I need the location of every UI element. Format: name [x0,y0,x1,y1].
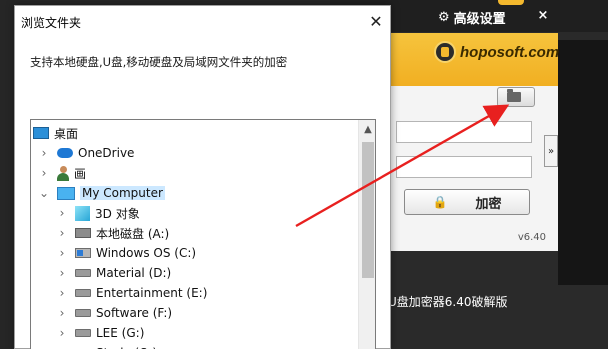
chevron-right-icon[interactable]: › [57,226,67,240]
tree-item[interactable]: › 3D 对象 [31,203,358,223]
chevron-right-icon[interactable]: › [57,246,67,260]
tree-item[interactable]: › 画 [31,163,358,183]
tree-item[interactable]: › Software (F:) [31,303,358,323]
hoposoft-logo: hoposoft.com [434,41,559,63]
browse-folder-button[interactable] [497,87,535,107]
tree-item-label: Software (F:) [96,306,173,320]
app-title-accent [498,0,524,5]
onedrive-cloud-icon [57,148,73,158]
lock-icon: 🔒 [432,195,448,209]
drive-icon [75,329,91,337]
drive-icon [75,228,91,238]
tree-item-label: Entertainment (E:) [96,286,208,300]
tree-item[interactable]: ›Study (O:) [31,343,358,349]
user-icon [57,165,69,181]
chevron-right-icon[interactable]: › [57,286,67,300]
tree-item-label: My Computer [80,186,165,200]
chevron-right-icon[interactable]: › [57,206,67,220]
tree-item-label: 画 [74,166,87,181]
folder-icon [506,89,521,102]
dialog-title: 浏览文件夹 [21,16,82,30]
drive-icon [75,289,91,297]
chevron-right-icon[interactable]: › [57,326,67,340]
chevron-right-icon[interactable]: › [39,146,49,160]
tree-item[interactable]: 桌面 [31,123,358,143]
app-side-frame [558,40,608,285]
desktop-icon [33,127,49,139]
tree-item[interactable]: › Entertainment (E:) [31,283,358,303]
tree-item-label: 本地磁盘 (A:) [96,226,170,241]
logo-text: hoposoft.com [460,43,560,61]
scroll-up-arrow[interactable]: ▲ [359,122,375,136]
folder-tree[interactable]: 桌面 › OneDrive › 画 ⌄ My Computer › 3D 对象 › 本地磁盘 (A:… [30,119,376,349]
3d-objects-icon [75,205,90,221]
tree-item[interactable]: › Material (D:) [31,263,358,283]
password-input[interactable] [396,121,532,143]
chevron-down-icon[interactable]: ⌄ [39,186,49,200]
tree-item-label: Material (D:) [96,266,172,280]
encrypt-label: 加密 [475,196,502,212]
gear-icon: ⚙ [438,9,450,25]
tree-scrollbar[interactable]: ▲ [358,120,375,349]
tree-item-label: OneDrive [78,146,135,160]
tree-item-label: Windows OS (C:) [96,246,197,260]
tree-item[interactable]: › LEE (G:) [31,323,358,343]
scrollbar-thumb[interactable] [362,142,374,278]
browse-folder-dialog: 浏览文件夹 ✕ 支持本地硬盘,U盘,移动硬盘及局域网文件夹的加密 桌面 › OneD… [14,5,391,349]
version-label: v6.40 [517,232,546,243]
tree-item-label: LEE (G:) [96,326,145,340]
drive-icon [75,269,91,277]
computer-icon [57,186,75,200]
encrypt-button[interactable]: 🔒 加密 [404,189,530,215]
chevron-right-icon[interactable]: › [39,166,49,180]
expand-button[interactable]: » [544,135,558,167]
advanced-settings-button[interactable]: ⚙ 高级设置 [438,7,506,27]
tree-item[interactable]: › 本地磁盘 (A:) [31,223,358,243]
dialog-description: 支持本地硬盘,U盘,移动硬盘及局域网文件夹的加密 [30,55,288,69]
tree-item[interactable]: ⌄ My Computer [31,183,358,203]
advanced-settings-label: 高级设置 [453,11,506,27]
app-caption: U盘加密器6.40破解版 [388,295,508,309]
drive-icon [75,309,91,317]
dialog-close-button[interactable]: ✕ [365,10,387,32]
confirm-password-input[interactable] [396,156,532,178]
shield-logo-icon [434,41,456,63]
app-close-button[interactable]: × [528,3,558,27]
system-drive-icon [75,248,91,258]
tree-item[interactable]: › OneDrive [31,143,358,163]
chevron-right-icon[interactable]: › [57,306,67,320]
tree-item[interactable]: › Windows OS (C:) [31,243,358,263]
chevron-right-icon[interactable]: › [57,266,67,280]
tree-item-label: 3D 对象 [95,206,140,221]
tree-item-label: 桌面 [54,126,79,141]
